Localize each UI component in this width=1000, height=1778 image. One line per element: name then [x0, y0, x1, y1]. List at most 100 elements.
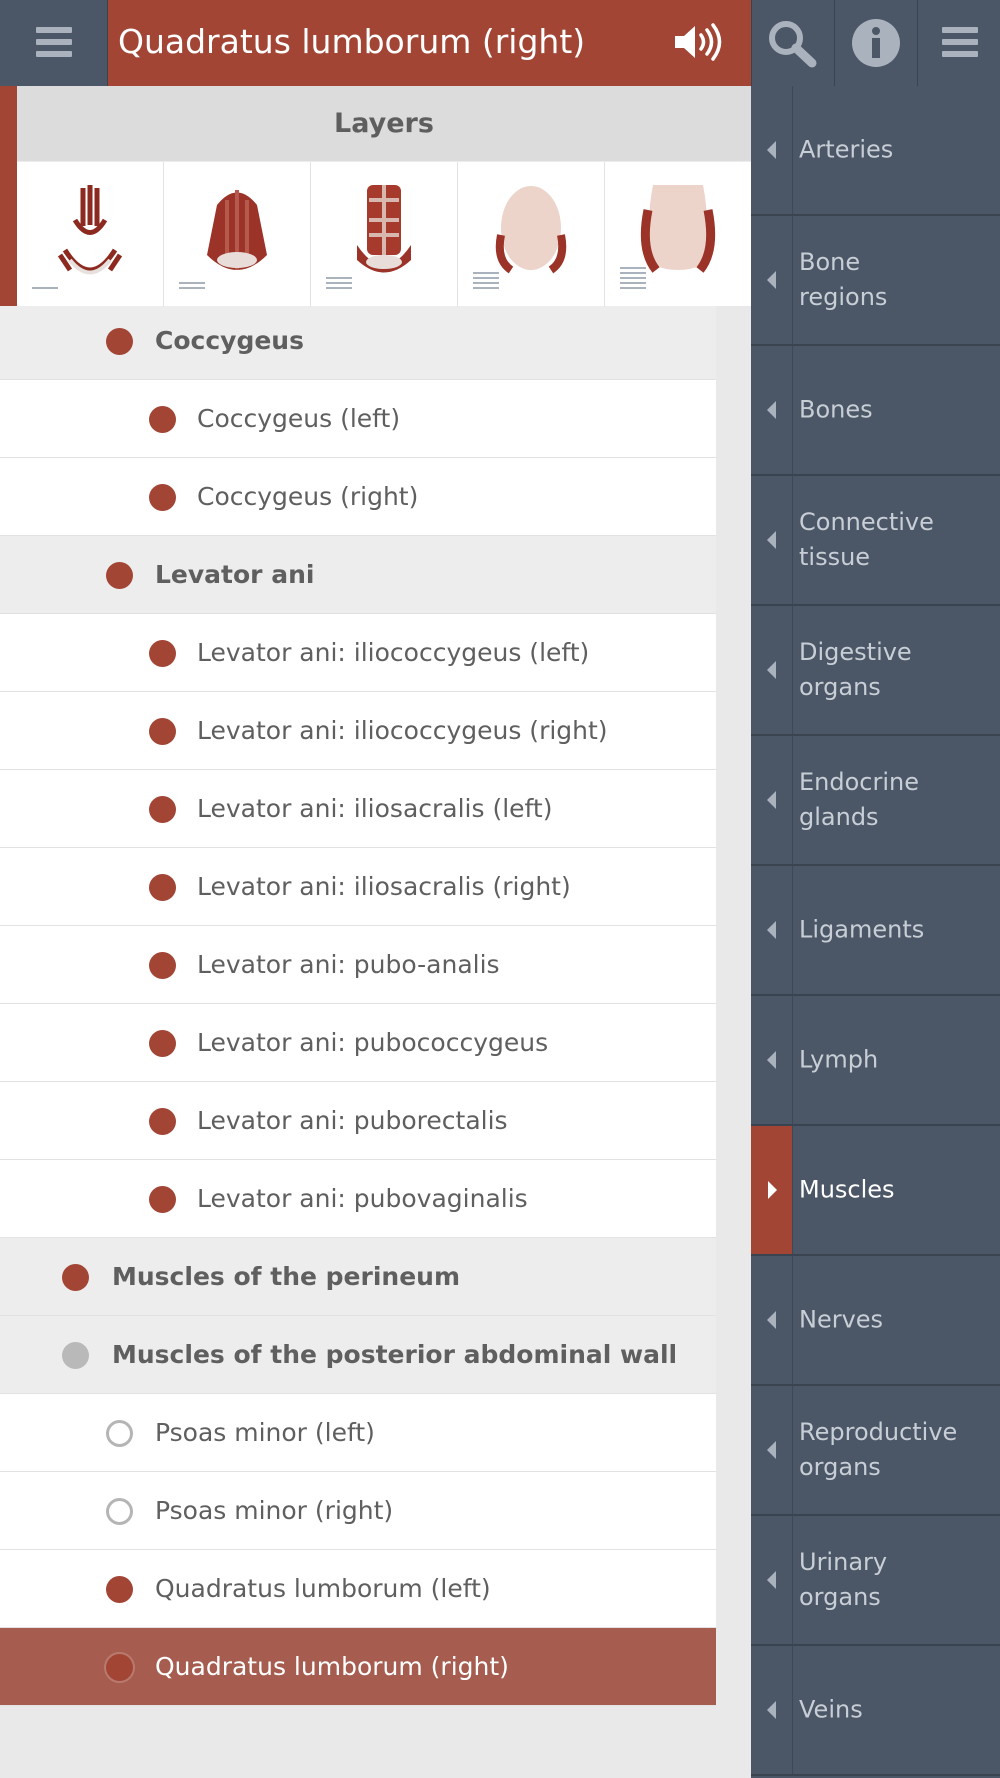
title-bar: Quadratus lumborum (right)	[108, 0, 751, 86]
sidebar-item-label: Veins	[799, 1695, 863, 1724]
list-item[interactable]: Coccygeus (right)	[0, 458, 716, 536]
visibility-dot-icon[interactable]	[149, 952, 176, 979]
page-title: Quadratus lumborum (right)	[118, 22, 586, 61]
sidebar-item-bone[interactable]: Bone regions	[751, 216, 1000, 346]
sidebar-item-muscles[interactable]: Muscles	[751, 1126, 1000, 1256]
sidebar-item-urinary[interactable]: Urinary organs	[751, 1516, 1000, 1646]
left-menu-button[interactable]	[0, 0, 108, 86]
anatomy-model-icon	[357, 185, 411, 273]
visibility-dot-icon[interactable]	[106, 328, 133, 355]
sidebar-item-label: Digestive organs	[799, 638, 912, 701]
sidebar-item-veins[interactable]: Veins	[751, 1646, 1000, 1776]
sidebar-item-reproductive[interactable]: Reproductive organs	[751, 1386, 1000, 1516]
sidebar-item-bones[interactable]: Bones	[751, 346, 1000, 476]
sidebar-strip	[751, 1386, 793, 1514]
sidebar-strip	[751, 866, 793, 994]
visibility-dot-icon[interactable]	[62, 1264, 89, 1291]
list-item-label: Muscles of the perineum	[112, 1262, 460, 1291]
speaker-icon[interactable]	[673, 22, 725, 62]
layer-thumbnail-1[interactable]	[17, 162, 163, 307]
anatomy-model-icon	[640, 185, 716, 273]
caret-left-icon	[767, 791, 776, 809]
list-group-row[interactable]: Muscles of the perineum	[0, 1238, 716, 1316]
visibility-dot-icon[interactable]	[149, 640, 176, 667]
layers-accent	[0, 86, 17, 306]
list-item[interactable]: Levator ani: pubovaginalis	[0, 1160, 716, 1238]
sidebar-item-connective[interactable]: Connective tissue	[751, 476, 1000, 606]
layer-depth-icon	[32, 284, 58, 289]
layer-depth-icon	[473, 269, 499, 289]
list-group-row[interactable]: Muscles of the posterior abdominal wall	[0, 1316, 716, 1394]
visibility-dot-icon[interactable]	[62, 1342, 89, 1369]
list-item[interactable]: Levator ani: puborectalis	[0, 1082, 716, 1160]
layer-thumbnail-2[interactable]	[163, 162, 310, 307]
layer-thumbnail-4[interactable]	[457, 162, 604, 307]
visibility-dot-icon[interactable]	[149, 718, 176, 745]
list-item[interactable]: Levator ani: iliococcygeus (left)	[0, 614, 716, 692]
toolbar-right	[751, 0, 1000, 86]
sidebar-item-ligaments[interactable]: Ligaments	[751, 866, 1000, 996]
list-item[interactable]: Levator ani: pubococcygeus	[0, 1004, 716, 1082]
list-item[interactable]: Quadratus lumborum (left)	[0, 1550, 716, 1628]
visibility-dot-icon[interactable]	[149, 796, 176, 823]
list-item-label: Levator ani: iliococcygeus (right)	[197, 716, 608, 745]
visibility-dot-icon[interactable]	[149, 874, 176, 901]
visibility-dot-icon[interactable]	[149, 484, 176, 511]
visibility-dot-icon[interactable]	[106, 1498, 133, 1525]
layer-depth-icon	[179, 279, 205, 289]
sidebar-item-arteries[interactable]: Arteries	[751, 86, 1000, 216]
search-button[interactable]	[751, 0, 834, 86]
caret-left-icon	[767, 661, 776, 679]
caret-left-icon	[767, 401, 776, 419]
sidebar-item-label: Nerves	[799, 1305, 884, 1334]
list-item[interactable]: Quadratus lumborum (right)	[0, 1628, 716, 1706]
list-item[interactable]: Coccygeus (left)	[0, 380, 716, 458]
list-group-row[interactable]: Levator ani	[0, 536, 716, 614]
list-item-label: Levator ani: puborectalis	[197, 1106, 508, 1135]
layers-heading: Layers	[17, 86, 751, 161]
top-bar: Quadratus lumborum (right)	[0, 0, 1000, 86]
list-item-label: Levator ani: iliosacralis (left)	[197, 794, 553, 823]
sidebar-strip	[751, 476, 793, 604]
info-button[interactable]	[834, 0, 917, 86]
sidebar-strip	[751, 736, 793, 864]
right-menu-button[interactable]	[917, 0, 1000, 86]
list-item[interactable]: Levator ani: iliococcygeus (right)	[0, 692, 716, 770]
list-item-label: Levator ani: pubo-analis	[197, 950, 500, 979]
list-item[interactable]: Levator ani: iliosacralis (right)	[0, 848, 716, 926]
sidebar-item-label: Bone regions	[799, 248, 888, 311]
list-item[interactable]: Psoas minor (left)	[0, 1394, 716, 1472]
sidebar-item-endocrine[interactable]: Endocrine glands	[751, 736, 1000, 866]
list-item[interactable]: Psoas minor (right)	[0, 1472, 716, 1550]
visibility-dot-icon[interactable]	[149, 1186, 176, 1213]
visibility-dot-icon[interactable]	[149, 406, 176, 433]
sidebar-strip	[751, 1126, 793, 1254]
app-window: Quadratus lumborum (right) Coccygeus Coc…	[0, 0, 1000, 1778]
menu-icon	[942, 27, 978, 59]
category-sidebar: Arteries Bone regions Bones Connective tiss…	[751, 86, 1000, 1778]
layer-thumbnail-3[interactable]	[310, 162, 457, 307]
sidebar-item-nerves[interactable]: Nerves	[751, 1256, 1000, 1386]
caret-left-icon	[767, 921, 776, 939]
sidebar-strip	[751, 216, 793, 344]
caret-left-icon	[767, 1571, 776, 1589]
visibility-dot-icon[interactable]	[106, 562, 133, 589]
sidebar-item-digestive[interactable]: Digestive organs	[751, 606, 1000, 736]
visibility-dot-icon[interactable]	[149, 1108, 176, 1135]
visibility-dot-icon[interactable]	[106, 1576, 133, 1603]
visibility-dot-icon[interactable]	[149, 1030, 176, 1057]
anatomy-model-icon	[207, 190, 267, 270]
list-item[interactable]: Levator ani: iliosacralis (left)	[0, 770, 716, 848]
list-item-label: Levator ani: pubovaginalis	[197, 1184, 528, 1213]
sidebar-item-lymph[interactable]: Lymph	[751, 996, 1000, 1126]
search-icon	[769, 21, 817, 68]
caret-left-icon	[767, 1051, 776, 1069]
visibility-dot-icon[interactable]	[106, 1654, 133, 1681]
sidebar-strip	[751, 996, 793, 1124]
list-item[interactable]: Levator ani: pubo-analis	[0, 926, 716, 1004]
layer-thumbnail-5[interactable]	[604, 162, 751, 307]
list-group-row[interactable]: Coccygeus	[0, 302, 716, 380]
visibility-dot-icon[interactable]	[106, 1420, 133, 1447]
anatomy-model-icon	[57, 185, 123, 275]
list-item-label: Quadratus lumborum (left)	[155, 1574, 491, 1603]
